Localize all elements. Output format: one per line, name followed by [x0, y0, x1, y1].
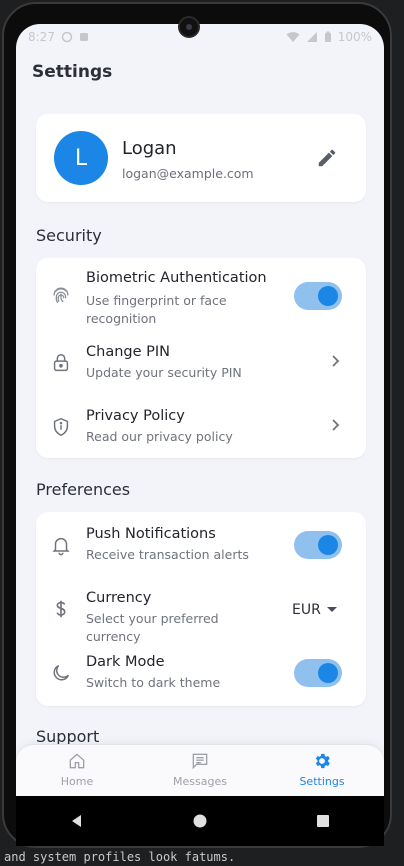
system-nav-bar — [16, 796, 384, 846]
chevron-right-icon — [332, 355, 340, 367]
section-title-preferences: Preferences — [36, 480, 131, 499]
gear-icon — [315, 753, 330, 769]
fingerprint-icon — [53, 287, 69, 303]
nav-label: Messages — [173, 775, 227, 788]
setting-row-biometric[interactable]: Biometric Authentication Use fingerprint… — [36, 262, 366, 330]
setting-row-dark-mode[interactable]: Dark Mode Switch to dark theme — [36, 642, 366, 706]
wifi-icon — [286, 32, 300, 42]
status-bar: 8:27 100% — [16, 24, 384, 50]
avatar: L — [54, 131, 108, 185]
setting-row-push-notifications[interactable]: Push Notifications Receive transaction a… — [36, 514, 366, 578]
dropdown-arrow-icon — [326, 607, 337, 612]
nav-label: Home — [60, 775, 94, 788]
setting-subtitle: Switch to dark theme — [86, 675, 221, 690]
battery-icon — [324, 31, 331, 42]
front-camera — [178, 16, 200, 38]
app-screen: 8:27 100% Settings L Logan logan@example… — [16, 24, 384, 846]
status-time: 8:27 — [28, 30, 55, 44]
setting-title: Push Notifications — [86, 526, 216, 542]
phone-frame: 8:27 100% Settings L Logan logan@example… — [2, 2, 392, 848]
home-circle-icon[interactable] — [191, 812, 209, 830]
setting-subtitle: Use fingerprint or face recognition — [86, 293, 227, 326]
recents-icon[interactable] — [314, 812, 332, 830]
message-icon — [192, 753, 208, 770]
push-notifications-toggle[interactable] — [294, 531, 342, 559]
profile-name: Logan — [122, 138, 177, 159]
setting-row-change-pin[interactable]: Change PIN Update your security PIN — [36, 334, 366, 398]
signal-icon — [306, 32, 317, 42]
nav-settings[interactable]: Settings — [267, 749, 377, 793]
preferences-card: Push Notifications Receive transaction a… — [36, 512, 366, 706]
section-title-security: Security — [36, 226, 102, 245]
bell-icon — [52, 537, 70, 556]
nav-label: Settings — [299, 775, 345, 788]
nav-messages[interactable]: Messages — [145, 749, 255, 793]
setting-title: Biometric Authentication — [86, 270, 267, 286]
dollar-icon — [56, 600, 66, 618]
currency-select[interactable]: EUR — [292, 602, 337, 618]
nav-home[interactable]: Home — [22, 749, 132, 793]
setting-row-currency[interactable]: Currency Select your preferred currency … — [36, 578, 366, 644]
notification-square-icon — [79, 33, 88, 41]
biometric-toggle[interactable] — [294, 282, 342, 310]
setting-subtitle: Read our privacy policy — [86, 429, 233, 444]
setting-title: Change PIN — [86, 344, 170, 360]
home-icon — [69, 753, 85, 769]
background-terminal-text: and system profiles look fatums. — [4, 850, 236, 864]
setting-subtitle: Select your preferred currency — [86, 611, 219, 644]
sync-icon — [61, 31, 73, 43]
toggle-knob — [318, 663, 338, 683]
chevron-right-icon — [332, 419, 340, 431]
battery-level: 100% — [337, 30, 372, 44]
setting-title: Dark Mode — [86, 654, 165, 670]
pencil-icon[interactable] — [316, 147, 338, 169]
back-icon[interactable] — [68, 812, 86, 830]
lock-icon — [53, 354, 69, 372]
toggle-knob — [318, 286, 338, 306]
page-title: Settings — [32, 62, 113, 82]
setting-subtitle: Update your security PIN — [86, 365, 242, 380]
bottom-nav: Home Messages Settings — [16, 744, 384, 796]
shield-icon — [53, 417, 69, 437]
toggle-knob — [318, 535, 338, 555]
setting-row-privacy-policy[interactable]: Privacy Policy Read our privacy policy — [36, 398, 366, 462]
setting-subtitle: Receive transaction alerts — [86, 547, 249, 562]
profile-email: logan@example.com — [122, 166, 254, 181]
moon-icon — [53, 664, 70, 681]
setting-title: Currency — [86, 590, 152, 606]
currency-value: EUR — [292, 602, 321, 618]
security-card: Biometric Authentication Use fingerprint… — [36, 258, 366, 458]
profile-card[interactable]: L Logan logan@example.com — [36, 114, 366, 202]
setting-title: Privacy Policy — [86, 408, 185, 424]
dark-mode-toggle[interactable] — [294, 659, 342, 687]
